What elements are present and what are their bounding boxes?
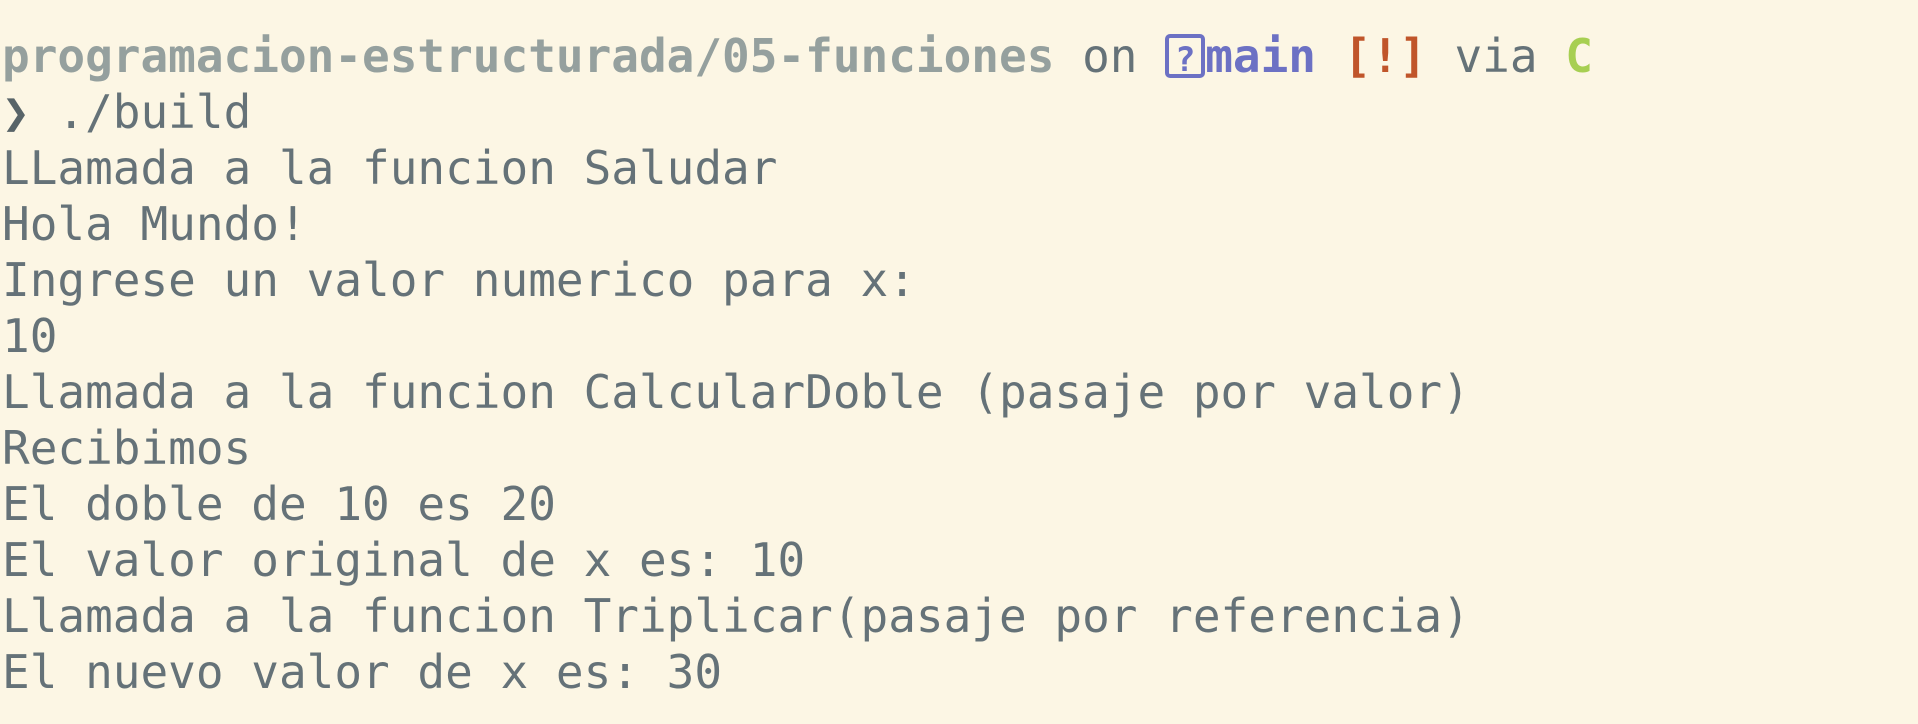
output-line: El nuevo valor de x es: 30 — [2, 645, 723, 699]
prompt-chevron-icon: ❯ — [2, 85, 30, 139]
current-directory: programacion-estructurada/05-funciones — [2, 29, 1055, 83]
git-branch-icon: ? — [1165, 33, 1206, 80]
output-line: El valor original de x es: 10 — [2, 533, 806, 587]
output-line: Hola Mundo! — [2, 197, 307, 251]
output-line: Recibimos — [2, 421, 252, 475]
output-line: Llamada a la funcion Triplicar(pasaje po… — [2, 589, 1470, 643]
output-line: LLamada a la funcion Saludar — [2, 141, 778, 195]
terminal-window[interactable]: programacion-estructurada/05-funciones o… — [2, 28, 1912, 718]
command-line[interactable]: ❯ ./build — [2, 84, 1912, 140]
language-indicator: C — [1565, 29, 1593, 83]
output-line: 10 — [2, 309, 58, 363]
prompt-on-label: on — [1082, 29, 1138, 83]
command-text: ./build — [57, 85, 252, 139]
output-line: Ingrese un valor numerico para x: — [2, 253, 916, 307]
output-line: Llamada a la funcion CalcularDoble (pasa… — [2, 365, 1470, 419]
output-line: El doble de 10 es 20 — [2, 477, 556, 531]
git-status-badge: [!] — [1343, 29, 1427, 83]
prompt-via-label: via — [1454, 29, 1538, 83]
prompt-line: programacion-estructurada/05-funciones o… — [2, 28, 1912, 84]
git-branch-name: main — [1205, 29, 1316, 83]
